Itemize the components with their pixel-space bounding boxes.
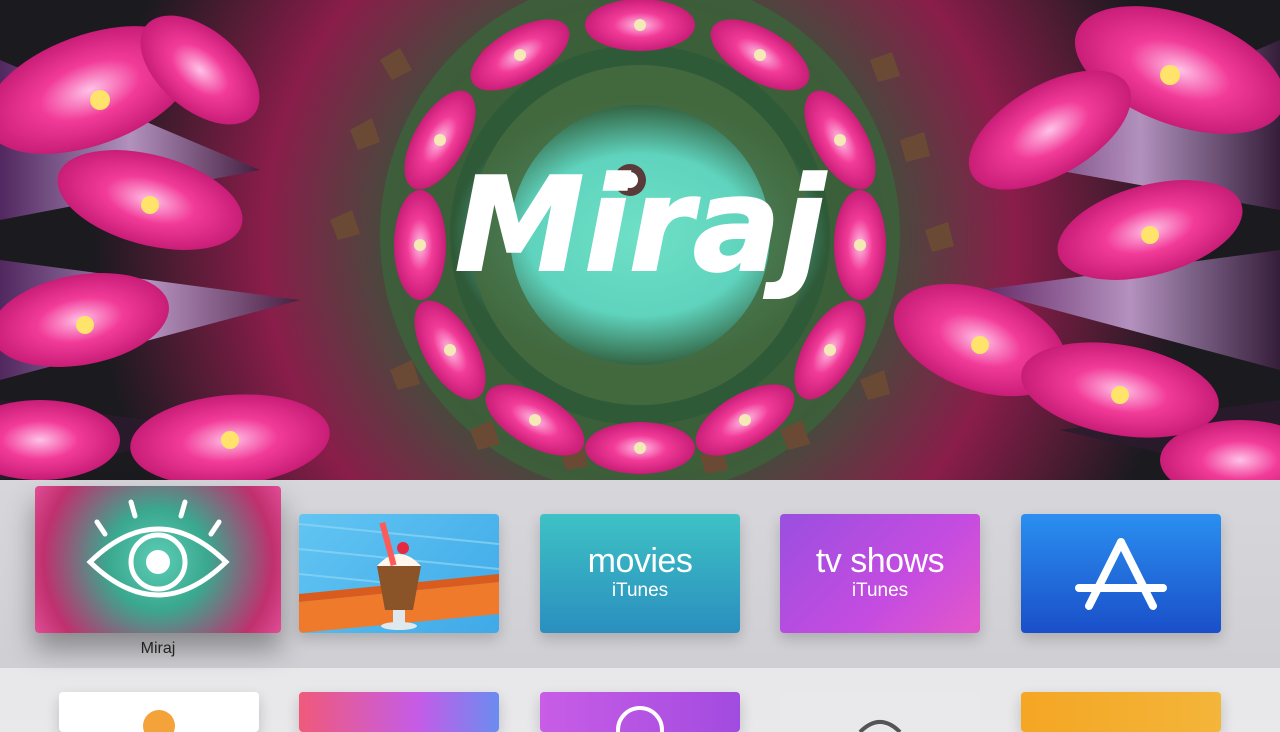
app-icon-row2-4 bbox=[858, 720, 902, 732]
itunes-movies-subtitle: iTunes bbox=[611, 580, 669, 601]
eye-icon bbox=[86, 499, 230, 598]
app-icon-row2-3 bbox=[616, 706, 664, 732]
hero-banner: Miraj bbox=[0, 0, 1280, 480]
hero-title-logo: Miraj bbox=[454, 148, 829, 302]
app-tile-row2-5[interactable] bbox=[1021, 692, 1221, 732]
app-tile-row2-1[interactable] bbox=[59, 692, 259, 732]
app-tile-app-store[interactable] bbox=[1021, 514, 1221, 633]
itunes-movies-title: movies bbox=[587, 542, 693, 580]
app-tile-milkshake[interactable] bbox=[299, 514, 499, 633]
itunes-tv-subtitle: iTunes bbox=[851, 580, 909, 601]
app-tile-row2-4[interactable] bbox=[780, 692, 980, 732]
app-icon-row2-1 bbox=[143, 710, 175, 732]
app-tile-row2-3[interactable] bbox=[540, 692, 740, 732]
app-tile-row2-2[interactable] bbox=[299, 692, 499, 732]
app-label-miraj: Miraj bbox=[140, 640, 176, 657]
app-tile-itunes-tv[interactable]: tv shows iTunes bbox=[780, 514, 980, 633]
svg-text:Miraj: Miraj bbox=[455, 149, 828, 301]
app-store-icon bbox=[1075, 538, 1167, 610]
milkshake-icon bbox=[299, 521, 499, 633]
app-tile-itunes-movies[interactable]: movies iTunes bbox=[540, 514, 740, 633]
app-tile-miraj[interactable] bbox=[35, 486, 281, 633]
itunes-tv-title: tv shows bbox=[815, 542, 945, 580]
